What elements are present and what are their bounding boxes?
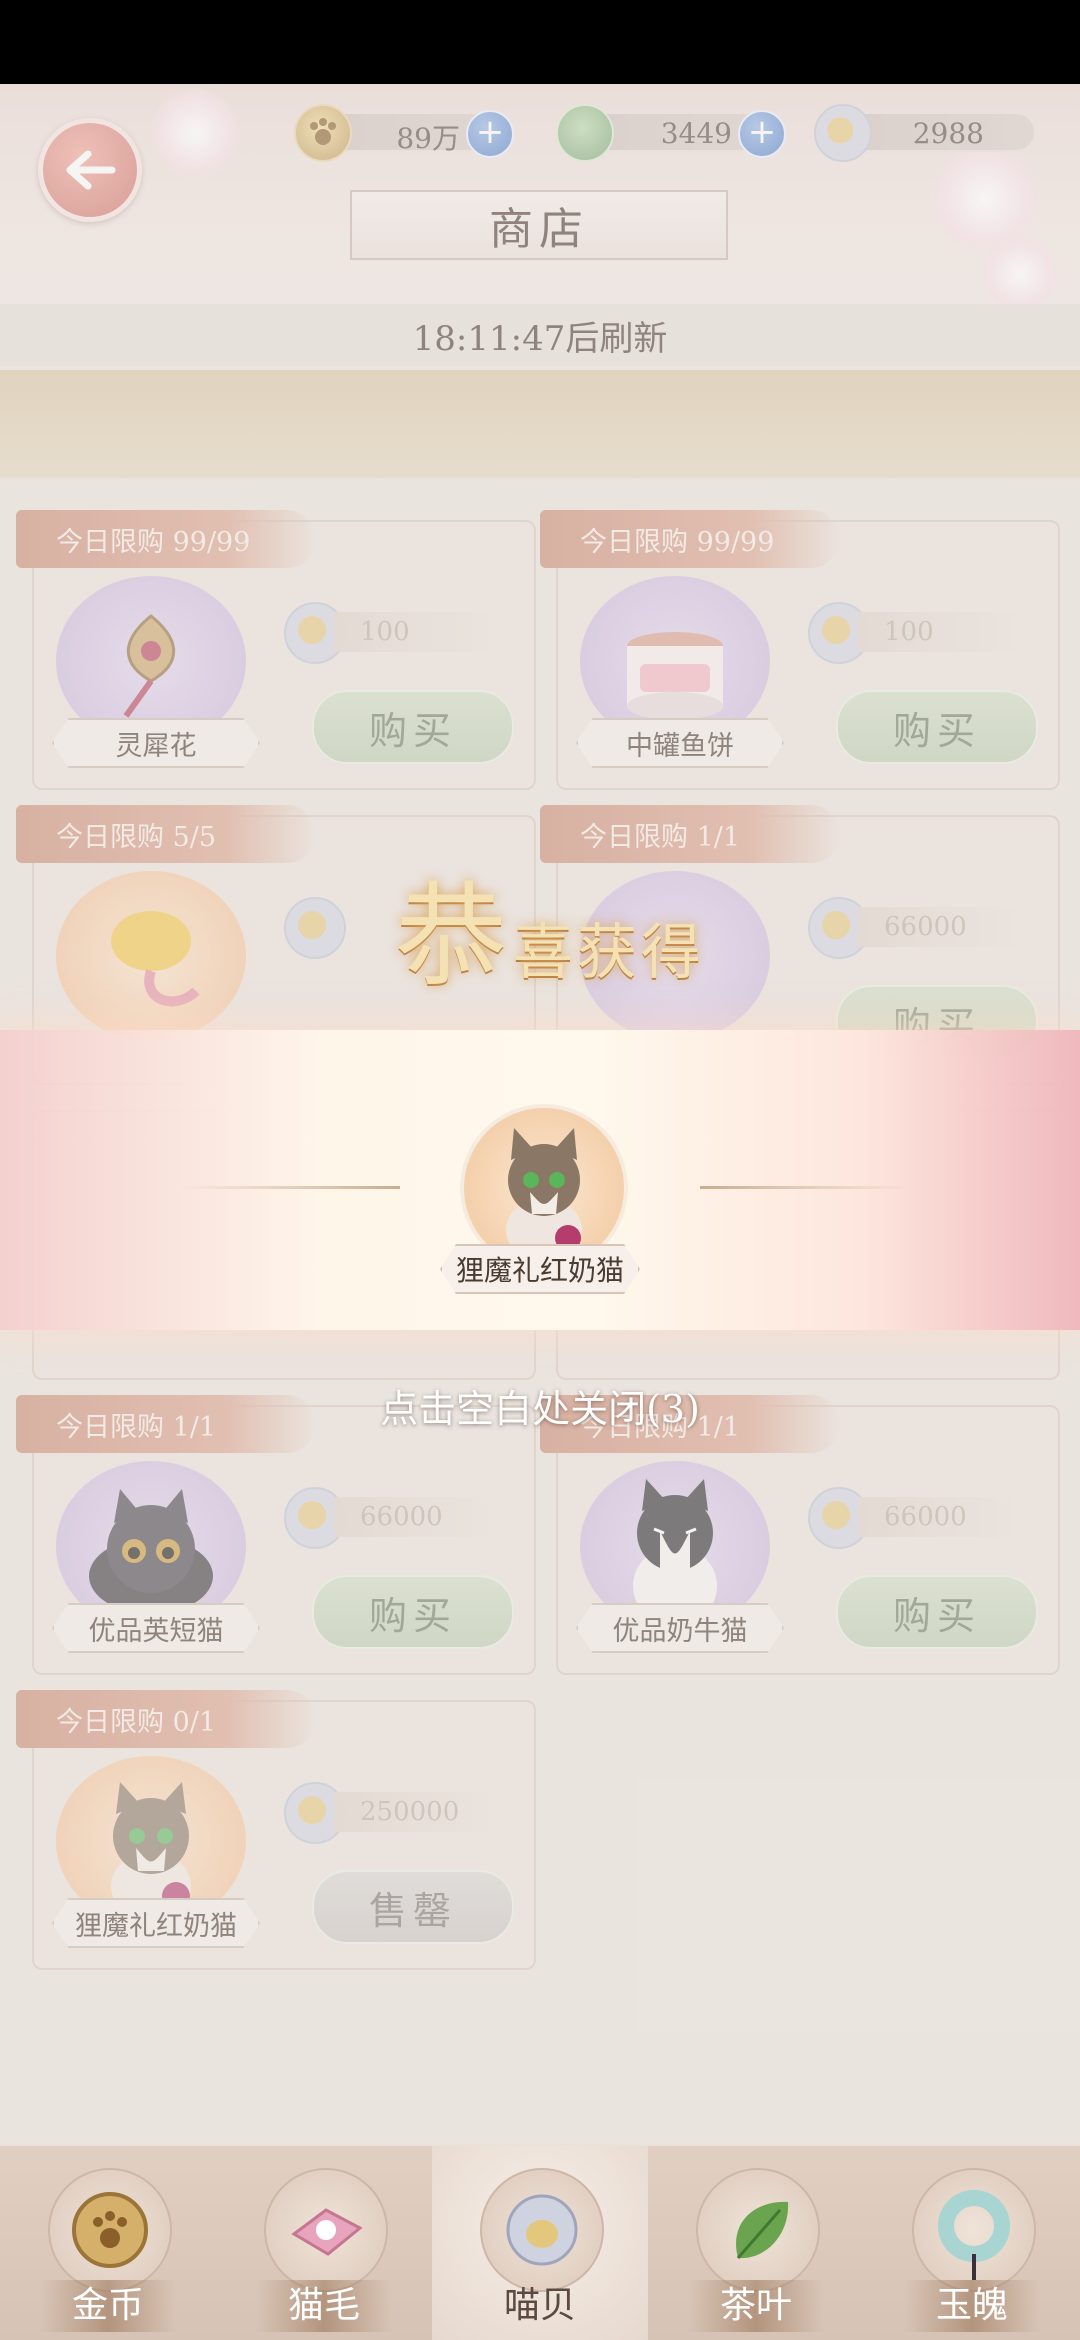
shell-icon [480,2168,604,2292]
tab-tea-leaf[interactable]: 茶叶 [648,2146,864,2340]
paw-coin-icon [48,2168,172,2292]
congrats-title-big: 恭 [395,872,507,1002]
congrats-title-small: 喜获得 [513,918,705,988]
divider-line [700,1186,910,1189]
jade-ring-icon [912,2168,1036,2292]
tab-label: 玉魄 [904,2280,1040,2332]
tab-label: 茶叶 [688,2280,824,2332]
bottom-nav: 金币 猫毛 喵贝 茶叶 玉魄 [0,2146,1080,2340]
cat-fur-icon [264,2168,388,2292]
tab-label: 金币 [40,2280,176,2332]
tab-coin[interactable]: 金币 [0,2146,216,2340]
tab-shell[interactable]: 喵贝 [432,2146,648,2340]
tab-label: 猫毛 [256,2280,392,2332]
divider-line [180,1186,400,1189]
tab-label: 喵贝 [503,2285,576,2326]
tea-leaf-icon [696,2168,820,2292]
close-hint[interactable]: 点击空白处关闭(3) [0,1378,1080,1433]
reward-item-name: 狸魔礼红奶猫 [440,1244,640,1294]
tab-cat-fur[interactable]: 猫毛 [216,2146,432,2340]
tab-jade[interactable]: 玉魄 [864,2146,1080,2340]
status-bar [0,0,1080,84]
congrats-title: 恭 喜获得 [360,862,740,1002]
